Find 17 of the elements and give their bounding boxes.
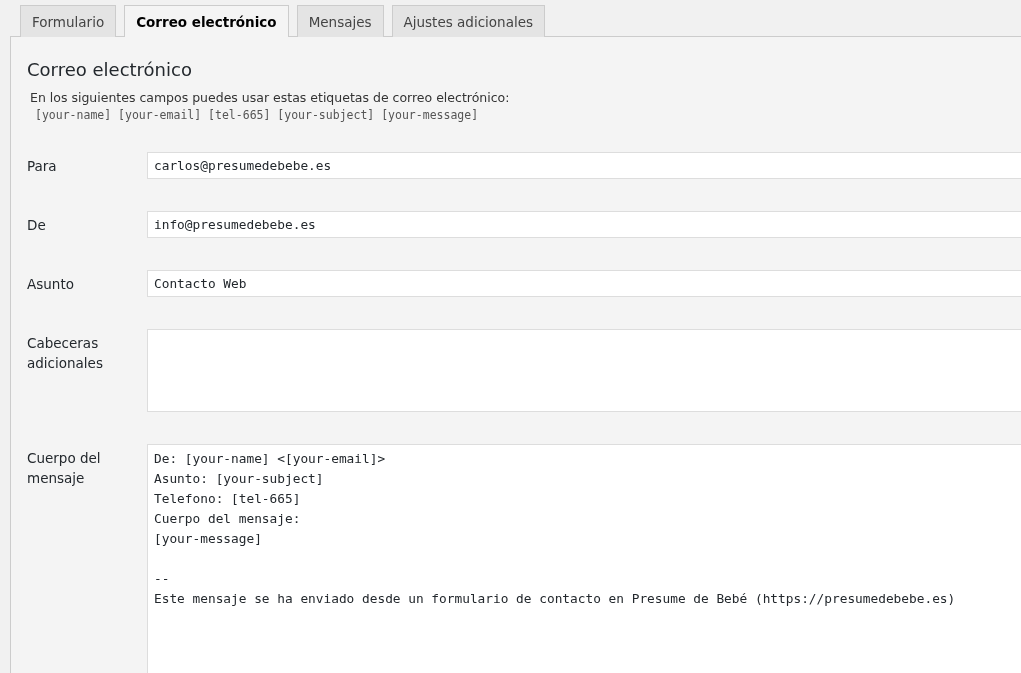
tab[interactable]: Correo electrónico — [124, 5, 289, 37]
text-area[interactable]: De: [your-name] <[your-email]> Asunto: [your-subject] Telefono: [tel-665] Cuerpo del mensaje: [your-message] -- Este mensaje se ha enviado desde un formulario de contacto en Presume de Bebé (https://presumedebebe.es) — [147, 444, 1021, 673]
field-label: Para — [27, 157, 58, 176]
field-label: Asunto — [27, 275, 75, 294]
description-text: En los siguientes campos puedes usar estas etiquetas de correo electrónico: — [30, 90, 511, 105]
field-label: De — [27, 216, 47, 235]
input-field[interactable]: Contacto Web — [147, 270, 1021, 297]
text-area[interactable] — [147, 329, 1021, 412]
tab[interactable]: Ajustes adicionales — [391, 5, 545, 37]
tab[interactable]: Mensajes — [296, 5, 384, 37]
section-title: Correo electrónico — [27, 59, 193, 80]
tab[interactable]: Formulario — [20, 5, 117, 37]
input-field[interactable]: info@presumedebebe.es — [147, 211, 1021, 238]
mail-tags-text: [your-name] [your-email] [tel-665] [your-subject] [your-message] — [35, 108, 480, 122]
field-label: Cabeceras adicionales — [27, 334, 104, 373]
input-field[interactable]: carlos@presumedebebe.es — [147, 152, 1021, 179]
field-label: Cuerpo del mensaje — [27, 449, 102, 488]
